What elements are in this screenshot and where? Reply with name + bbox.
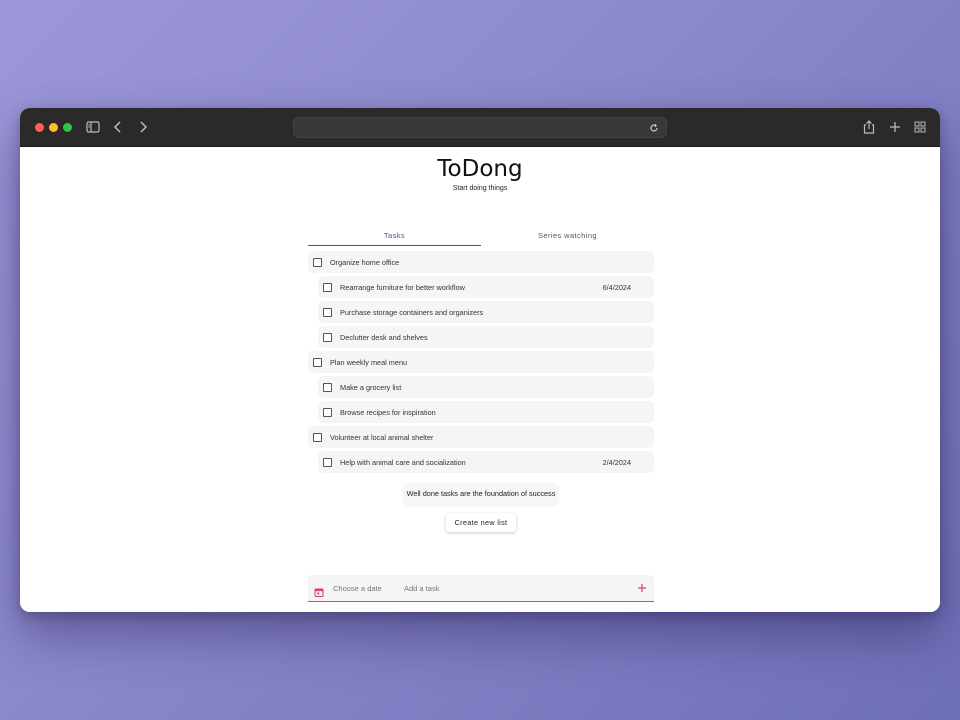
page-content: ToDong Start doing things Tasks Series w…	[20, 147, 940, 612]
subtask-item[interactable]: Declutter desk and shelves	[318, 326, 654, 348]
calendar-icon[interactable]	[314, 584, 324, 598]
app-subtitle: Start doing things	[452, 185, 508, 192]
task-label: Rearrange furniture for better workflow	[340, 282, 465, 292]
task-checkbox[interactable]	[323, 407, 332, 417]
subtask-item[interactable]: Browse recipes for inspiration	[318, 401, 654, 423]
tab-bar: Tasks Series watching	[308, 226, 654, 246]
task-date: 6/4/2024	[602, 282, 631, 292]
subtask-item[interactable]: Rearrange furniture for better workflow …	[318, 276, 654, 298]
close-window-button[interactable]	[35, 123, 44, 132]
date-picker-input[interactable]: Choose a date	[333, 584, 382, 593]
add-task-input[interactable]: Add a task	[404, 584, 439, 593]
task-checkbox[interactable]	[323, 457, 332, 467]
minimize-window-button[interactable]	[49, 123, 58, 132]
task-list: Organize home office Rearrange furniture…	[308, 251, 654, 476]
task-checkbox[interactable]	[313, 257, 322, 267]
grid-icon[interactable]	[911, 118, 929, 136]
address-bar[interactable]	[293, 117, 667, 138]
task-checkbox[interactable]	[323, 382, 332, 392]
plus-icon[interactable]	[886, 118, 904, 136]
sidebar-icon[interactable]	[84, 118, 102, 136]
task-item[interactable]: Volunteer at local animal shelter	[308, 426, 654, 448]
app-title: ToDong	[437, 156, 523, 182]
task-checkbox[interactable]	[323, 332, 332, 342]
tab-tasks[interactable]: Tasks	[308, 226, 481, 246]
task-date: 2/4/2024	[602, 457, 631, 467]
share-icon[interactable]	[860, 118, 878, 136]
task-checkbox[interactable]	[323, 307, 332, 317]
task-checkbox[interactable]	[313, 432, 322, 442]
task-checkbox[interactable]	[313, 357, 322, 367]
task-label: Declutter desk and shelves	[340, 332, 428, 342]
task-item[interactable]: Plan weekly meal menu	[308, 351, 654, 373]
task-label: Purchase storage containers and organize…	[340, 307, 484, 317]
task-label: Organize home office	[330, 257, 400, 267]
chevron-left-icon[interactable]	[109, 118, 127, 136]
task-label: Help with animal care and socialization	[340, 457, 466, 467]
tab-series-watching[interactable]: Series watching	[481, 226, 654, 246]
subtask-item[interactable]: Help with animal care and socialization …	[318, 451, 654, 473]
chevron-right-icon[interactable]	[134, 118, 152, 136]
reload-icon[interactable]	[647, 121, 661, 135]
task-checkbox[interactable]	[323, 282, 332, 292]
browser-window: ToDong Start doing things Tasks Series w…	[20, 108, 940, 612]
zoom-window-button[interactable]	[63, 123, 72, 132]
add-task-bar: Choose a date Add a task	[308, 575, 654, 602]
task-label: Browse recipes for inspiration	[340, 407, 436, 417]
subtask-item[interactable]: Make a grocery list	[318, 376, 654, 398]
browser-toolbar	[20, 108, 940, 147]
task-label: Plan weekly meal menu	[330, 357, 408, 367]
task-item[interactable]: Organize home office	[308, 251, 654, 273]
task-label: Volunteer at local animal shelter	[330, 432, 434, 442]
task-label: Make a grocery list	[340, 382, 402, 392]
plus-icon[interactable]	[637, 583, 647, 593]
create-new-list-button[interactable]: Create new list	[446, 513, 516, 532]
subtask-item[interactable]: Purchase storage containers and organize…	[318, 301, 654, 323]
motivation-message: Well done tasks are the foundation of su…	[403, 483, 559, 505]
